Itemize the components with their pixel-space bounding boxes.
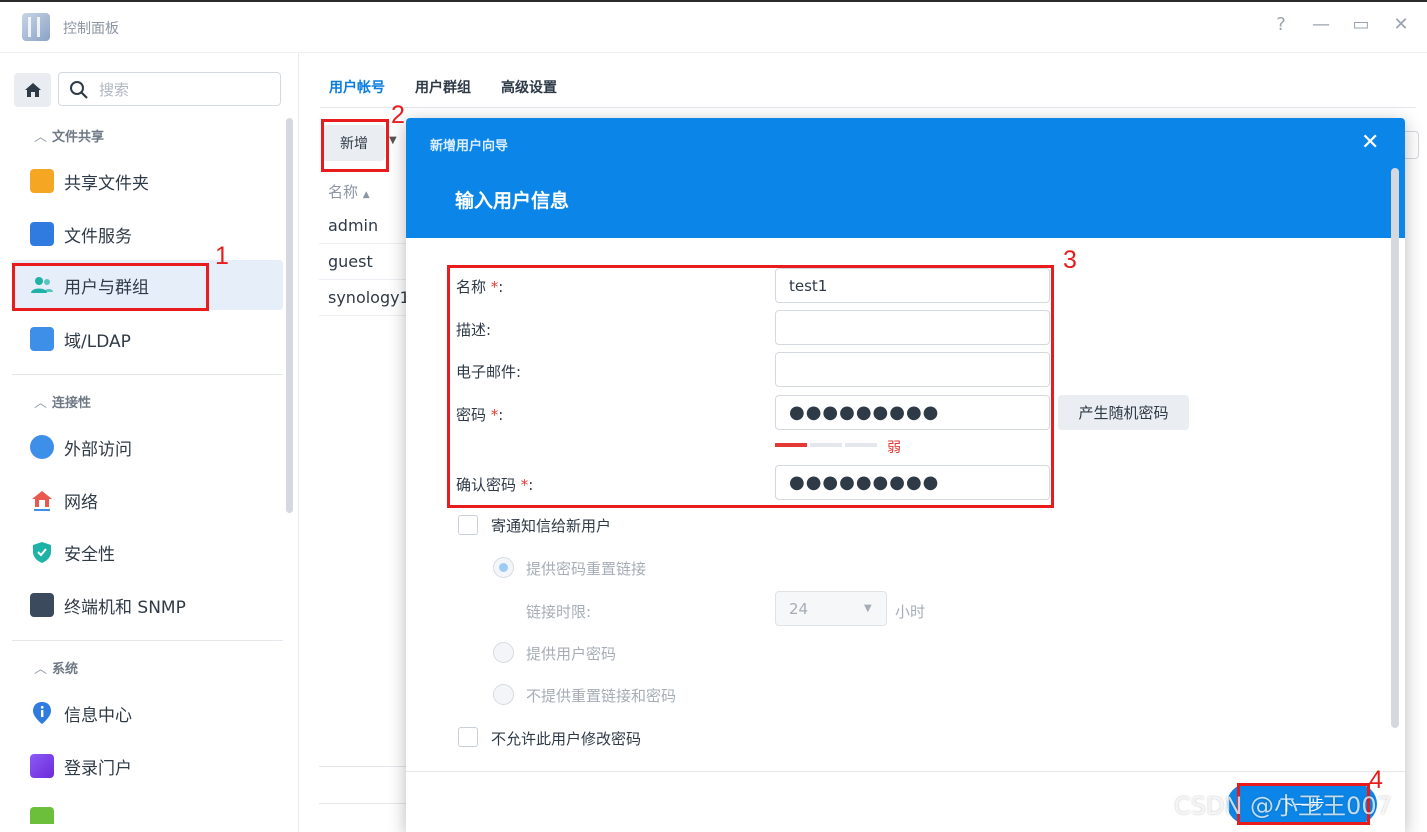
- sidebar-item-network[interactable]: 网络: [12, 475, 283, 525]
- table-row[interactable]: synology1: [319, 279, 419, 316]
- tab-bar: 用户帐号 用户群组 高级设置: [329, 77, 557, 97]
- search-box[interactable]: [58, 72, 281, 106]
- search-icon: [70, 81, 88, 99]
- no-reset-label: 不提供重置链接和密码: [526, 687, 677, 705]
- chevron-up-icon: ︿: [34, 662, 48, 677]
- notify-checkbox[interactable]: [458, 515, 478, 535]
- sidebar-item-login-portal[interactable]: 登录门户: [12, 741, 283, 791]
- link-expire-unit: 小时: [895, 603, 926, 621]
- maximize-icon[interactable]: ▭: [1349, 14, 1373, 35]
- annotation-box-2: [321, 119, 389, 172]
- help-icon[interactable]: ?: [1269, 14, 1293, 35]
- region-icon: [30, 807, 54, 824]
- domain-icon: [30, 327, 54, 351]
- sidebar: ︿文件共享 共享文件夹 文件服务 用户与群组 域/LDAP ︿连接性 外部访问: [0, 53, 299, 832]
- close-window-icon[interactable]: ✕: [1389, 14, 1413, 35]
- sidebar-item-domain-ldap[interactable]: 域/LDAP: [12, 314, 283, 364]
- section-connectivity[interactable]: ︿ 连接性: [34, 392, 91, 411]
- sort-asc-icon: ▲: [362, 190, 370, 200]
- dialog-header: 新增用户向导 ✕ 输入用户信息: [406, 118, 1405, 238]
- close-icon[interactable]: ✕: [1361, 130, 1379, 155]
- annotation-number-3: 3: [1063, 246, 1077, 274]
- minimize-icon[interactable]: —: [1309, 14, 1333, 35]
- file-services-icon: [30, 222, 54, 246]
- sidebar-item-security[interactable]: 安全性: [12, 527, 283, 577]
- table-row[interactable]: admin: [319, 207, 419, 244]
- section-system[interactable]: ︿ 系统: [34, 658, 78, 677]
- sidebar-item-file-services[interactable]: 文件服务: [12, 209, 283, 259]
- home-icon: [24, 83, 41, 97]
- sidebar-scrollbar[interactable]: [286, 118, 293, 513]
- caret-down-icon[interactable]: ▼: [389, 135, 397, 146]
- sidebar-item-partial[interactable]: [12, 794, 283, 824]
- terminal-icon: [30, 593, 54, 617]
- sidebar-item-shared-folder[interactable]: 共享文件夹: [12, 156, 283, 206]
- divider: [12, 374, 283, 375]
- dialog-footer-divider: [406, 771, 1405, 772]
- login-portal-icon: [30, 754, 54, 778]
- control-panel-window: 控制面板 ? — ▭ ✕ ︿文件共享 共享文件夹 文件服务 用户与群组: [0, 2, 1427, 832]
- tab-underline: [320, 107, 1416, 108]
- chevron-up-icon: ︿: [34, 130, 48, 145]
- user-password-label: 提供用户密码: [526, 645, 617, 663]
- link-expire-label: 链接时限:: [526, 603, 592, 621]
- divider: [12, 640, 283, 641]
- tab-advanced-settings[interactable]: 高级设置: [501, 77, 557, 97]
- no-reset-radio[interactable]: [493, 684, 514, 705]
- sidebar-item-external-access[interactable]: 外部访问: [12, 422, 283, 472]
- external-access-icon: [30, 435, 54, 459]
- control-panel-app-icon: [22, 13, 50, 41]
- reset-link-radio[interactable]: [493, 557, 514, 578]
- network-house-icon: [30, 488, 54, 512]
- notify-label: 寄通知信给新用户: [491, 517, 612, 535]
- annotation-box-3: [447, 265, 1054, 508]
- table-footer-line: [319, 766, 419, 767]
- sidebar-item-info-center[interactable]: 信息中心: [12, 688, 283, 738]
- section-file-sharing[interactable]: ︿ 文件共享: [34, 126, 104, 145]
- tab-user-group[interactable]: 用户群组: [415, 77, 471, 97]
- annotation-box-1: [12, 263, 209, 311]
- generate-password-button[interactable]: 产生随机密码: [1058, 395, 1189, 430]
- dialog-scrollbar[interactable]: [1391, 168, 1399, 728]
- reset-link-label: 提供密码重置链接: [526, 560, 647, 578]
- window-title: 控制面板: [63, 21, 119, 37]
- disallow-change-checkbox[interactable]: [458, 727, 478, 747]
- sidebar-item-terminal-snmp[interactable]: 终端机和 SNMP: [12, 580, 283, 630]
- annotation-number-1: 1: [215, 242, 229, 270]
- tab-user-account[interactable]: 用户帐号: [329, 77, 385, 97]
- chevron-up-icon: ︿: [34, 396, 48, 411]
- table-row[interactable]: guest: [319, 243, 419, 280]
- step-title: 输入用户信息: [455, 190, 570, 212]
- link-expire-select[interactable]: 24 ▼: [775, 591, 887, 626]
- column-header-name[interactable]: 名称 ▲: [328, 181, 370, 202]
- watermark: CSDN @小王王007: [1174, 792, 1392, 820]
- annotation-number-2: 2: [391, 101, 405, 129]
- info-icon: [30, 701, 54, 725]
- disallow-change-label: 不允许此用户修改密码: [491, 730, 642, 748]
- user-password-radio[interactable]: [493, 642, 514, 663]
- folder-icon: [30, 169, 54, 193]
- home-button[interactable]: [14, 73, 51, 107]
- title-bar: 控制面板 ? — ▭ ✕: [0, 2, 1427, 53]
- caret-down-icon: ▼: [864, 603, 872, 614]
- panel-footer-line: [319, 803, 419, 804]
- shield-icon: [30, 540, 54, 564]
- search-input[interactable]: [97, 78, 276, 102]
- dialog-title: 新增用户向导: [430, 139, 509, 154]
